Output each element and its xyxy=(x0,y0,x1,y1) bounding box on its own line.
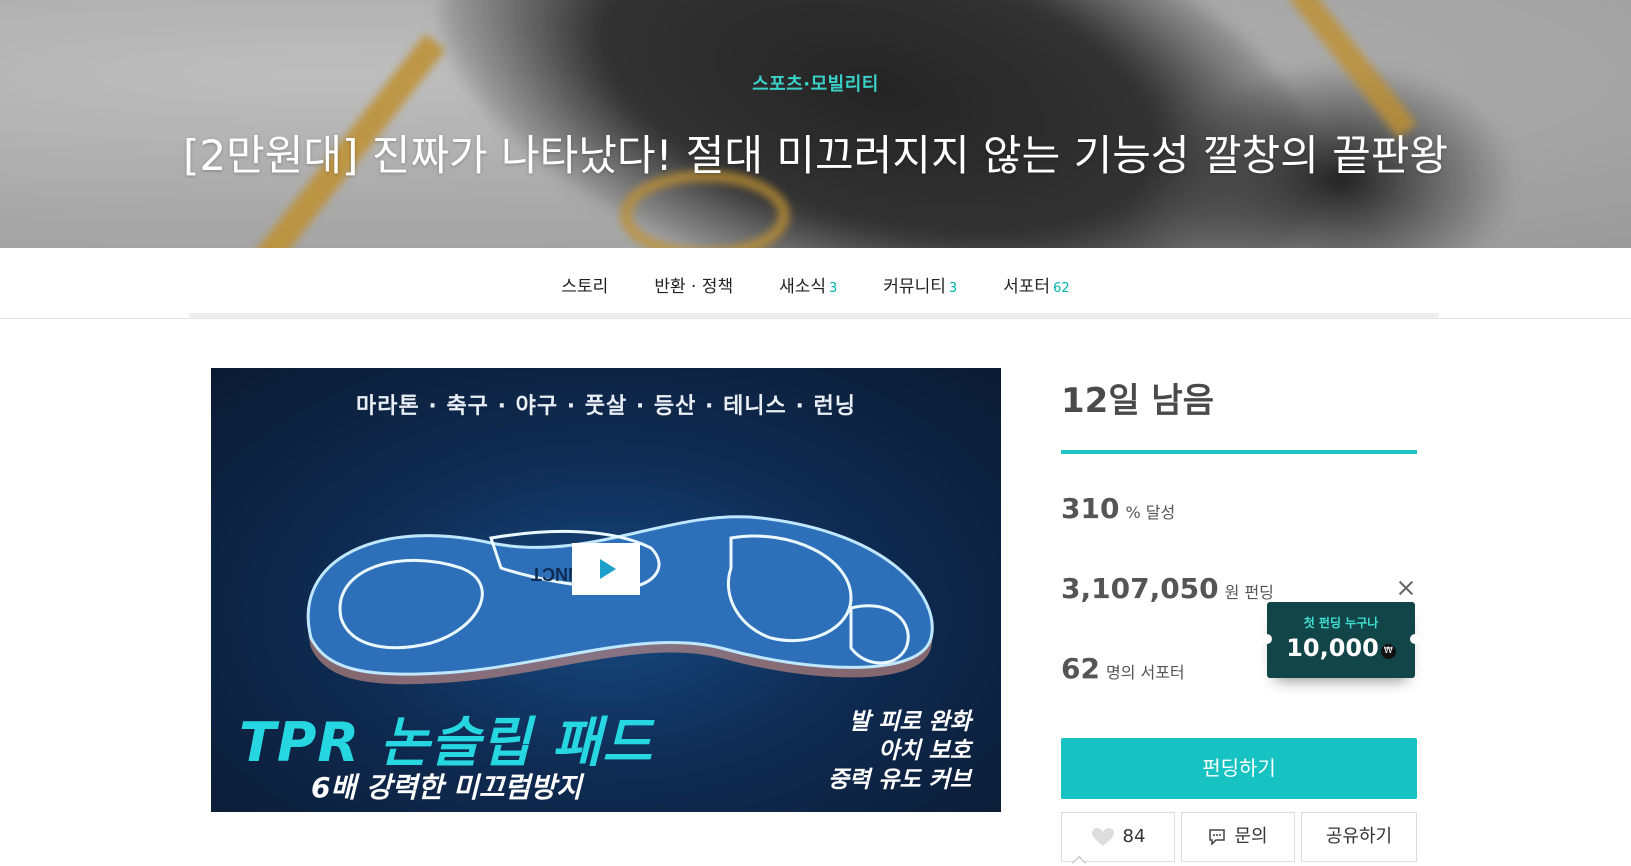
chat-icon xyxy=(1209,829,1226,846)
heart-icon xyxy=(1091,828,1114,846)
funded-amount: 3,107,050 원 펀딩 xyxy=(1061,572,1274,605)
video-subline: 6배 강력한 미끄럼방지 xyxy=(311,771,582,804)
achievement-value: 310 xyxy=(1061,492,1120,525)
days-left: 12일 남음 xyxy=(1061,381,1214,421)
tab-count: 3 xyxy=(948,281,958,296)
tab-community[interactable]: 커뮤니티 3 xyxy=(883,272,957,297)
supporter-value: 62 xyxy=(1061,652,1100,685)
tab-count: 62 xyxy=(1053,281,1070,296)
hero-banner: 스포츠·모빌리티 [2만원대] 진짜가 나타났다! 절대 미끄러지지 않는 기능… xyxy=(0,0,1631,248)
funded-unit: 원 펀딩 xyxy=(1224,583,1274,602)
tab-label: 커뮤니티 xyxy=(883,277,946,297)
tab-story[interactable]: 스토리 xyxy=(561,272,608,297)
tab-list: 스토리 반환 · 정책 새소식 3 커뮤니티 3 서포터 62 xyxy=(0,272,1631,297)
tab-label: 서포터 xyxy=(1003,277,1051,297)
first-funding-coupon[interactable]: 첫 펀딩 누구나 10,000 ₩ xyxy=(1262,602,1420,678)
tab-label: 새소식 xyxy=(779,277,827,297)
inquiry-button[interactable]: 문의 xyxy=(1181,812,1295,862)
video-player[interactable]: 마라톤 · 축구 · 야구 · 풋살 · 등산 · 테니스 · 런닝 INNCT… xyxy=(211,368,1001,812)
achievement-unit: % 달성 xyxy=(1125,503,1176,522)
tab-bar: 스토리 반환 · 정책 새소식 3 커뮤니티 3 서포터 62 xyxy=(0,248,1631,319)
tab-divider xyxy=(189,313,1439,318)
fund-button[interactable]: 펀딩하기 xyxy=(1061,738,1417,799)
coupon-label: 첫 펀딩 누구나 xyxy=(1303,616,1379,630)
tab-label: 스토리 xyxy=(561,277,609,297)
achievement-rate: 310 % 달성 xyxy=(1061,492,1175,525)
tab-supporters[interactable]: 서포터 62 xyxy=(1003,272,1069,297)
video-feature-list: 발 피로 완화 아치 보호 중력 유도 커브 xyxy=(828,708,971,795)
like-button[interactable]: 84 xyxy=(1061,812,1175,862)
supporter-count: 62 명의 서포터 xyxy=(1061,652,1185,685)
tab-news[interactable]: 새소식 3 xyxy=(779,272,837,297)
inquiry-label: 문의 xyxy=(1234,826,1268,847)
video-feature: 아치 보호 xyxy=(878,738,971,764)
video-feature: 중력 유도 커브 xyxy=(828,767,971,793)
share-label: 공유하기 xyxy=(1325,826,1393,847)
video-feature: 발 피로 완화 xyxy=(849,709,971,735)
funded-value: 3,107,050 xyxy=(1061,572,1219,605)
tab-refund-policy[interactable]: 반환 · 정책 xyxy=(654,272,733,297)
play-button[interactable] xyxy=(572,543,640,595)
tab-label: 반환 · 정책 xyxy=(654,277,734,297)
coupon-amount: 10,000 xyxy=(1286,634,1379,662)
supporter-unit: 명의 서포터 xyxy=(1105,663,1185,682)
funding-progress-bar xyxy=(1061,450,1417,454)
category-link[interactable]: 스포츠·모빌리티 xyxy=(0,70,1631,96)
share-button[interactable]: 공유하기 xyxy=(1301,812,1417,862)
coupon-close-icon[interactable] xyxy=(1396,578,1416,598)
video-sports-caption: 마라톤 · 축구 · 야구 · 풋살 · 등산 · 테니스 · 런닝 xyxy=(356,394,856,419)
tab-count: 3 xyxy=(829,281,838,296)
page-title: [2만원대] 진짜가 나타났다! 절대 미끄러지지 않는 기능성 깔창의 끝판왕 xyxy=(182,131,1449,180)
like-count: 84 xyxy=(1122,826,1146,847)
insole-illustration: INNCT xyxy=(306,515,934,685)
won-currency-icon: ₩ xyxy=(1380,644,1396,659)
